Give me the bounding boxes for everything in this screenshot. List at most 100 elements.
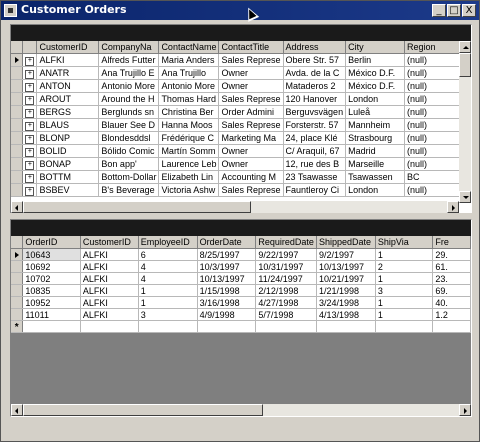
table-cell[interactable]: 3 — [375, 284, 434, 297]
column-header-orderid[interactable]: OrderID — [22, 236, 81, 249]
column-header-address[interactable]: Address — [283, 41, 347, 54]
table-row[interactable]: + AROUT Around the H Thomas Hard Sales Repre… — [11, 92, 471, 106]
table-cell[interactable]: Sales Represe — [218, 183, 284, 197]
table-cell[interactable]: 1 — [375, 308, 434, 321]
table-cell[interactable]: Sales Represe — [218, 53, 284, 67]
table-cell[interactable]: 10702 — [22, 272, 81, 285]
table-cell[interactable]: Christina Ber — [158, 105, 220, 119]
table-row[interactable]: + BSBEV B's Beverage Victoria Ashw Sales Rep… — [11, 183, 471, 197]
table-cell[interactable]: ALFKI — [80, 260, 139, 273]
table-cell[interactable]: Berlin — [345, 53, 406, 67]
table-cell[interactable]: Accounting M — [218, 170, 284, 184]
table-cell[interactable]: 11011 — [22, 308, 81, 321]
table-cell[interactable]: BSBEV — [36, 183, 100, 197]
row-selector[interactable] — [11, 183, 24, 197]
table-cell[interactable]: BLAUS — [36, 118, 100, 132]
row-selector[interactable] — [11, 157, 24, 171]
table-cell[interactable]: 10643 — [22, 248, 81, 261]
row-selector[interactable] — [11, 105, 24, 119]
table-row[interactable]: 10952 ALFKI 1 3/16/1998 4/27/1998 3/24/1998 1 4… — [11, 296, 471, 309]
expand-row-cell[interactable]: + — [22, 105, 38, 119]
table-cell[interactable]: ALFKI — [80, 296, 139, 309]
expand-plus-icon[interactable]: + — [25, 96, 35, 105]
table-cell[interactable]: Laurence Leb — [158, 157, 220, 171]
table-cell[interactable]: London — [345, 92, 406, 106]
horizontal-scroll-thumb[interactable] — [23, 201, 251, 213]
table-cell[interactable]: 12, rue des B — [283, 157, 347, 171]
table-cell[interactable]: Order Admini — [218, 105, 284, 119]
table-row[interactable]: + BOTTM Bottom-Dollar Elizabeth Lin Accounti… — [11, 170, 471, 184]
table-cell[interactable]: Obere Str. 57 — [283, 53, 347, 67]
row-selector[interactable] — [11, 131, 24, 145]
table-cell[interactable]: México D.F. — [345, 66, 406, 80]
table-cell[interactable]: 10/21/1997 — [316, 272, 376, 285]
table-cell[interactable]: 3/24/1998 — [316, 296, 376, 309]
table-cell[interactable]: Luleå — [345, 105, 406, 119]
table-cell[interactable]: 1/21/1998 — [316, 284, 376, 297]
scroll-up-button[interactable] — [459, 41, 471, 53]
table-cell[interactable]: Mannheim — [345, 118, 406, 132]
expand-plus-icon[interactable]: + — [25, 135, 35, 144]
empty-cell[interactable] — [375, 320, 434, 333]
table-cell[interactable]: 1/15/1998 — [197, 284, 257, 297]
table-cell[interactable]: ALFKI — [80, 284, 139, 297]
table-cell[interactable]: 120 Hanover — [283, 92, 347, 106]
table-cell[interactable]: 40. — [432, 296, 471, 309]
table-cell[interactable]: 6 — [138, 248, 198, 261]
table-cell[interactable]: 9/2/1997 — [316, 248, 376, 261]
table-cell[interactable]: 5/7/1998 — [255, 308, 317, 321]
table-row[interactable]: + BONAP Bon app' Laurence Leb Owner 12, rue d… — [11, 157, 471, 171]
table-cell[interactable]: 1.2 — [432, 308, 471, 321]
customers-grid[interactable]: CustomerID CompanyNa ContactName Contact… — [10, 24, 472, 214]
table-cell[interactable]: Tsawassen — [345, 170, 406, 184]
orders-horizontal-scrollbar[interactable] — [11, 404, 471, 416]
table-cell[interactable]: BOLID — [36, 144, 100, 158]
minimize-button[interactable]: _ — [432, 4, 446, 17]
row-selector[interactable] — [11, 144, 24, 158]
table-cell[interactable]: Alfreds Futter — [98, 53, 160, 67]
expand-plus-icon[interactable]: + — [25, 122, 35, 131]
table-row[interactable]: + BOLID Bólido Comic Martín Somm Owner C/ Ara… — [11, 144, 471, 158]
row-selector[interactable] — [11, 248, 24, 261]
table-cell[interactable]: Strasbourg — [345, 131, 406, 145]
expand-plus-icon[interactable]: + — [25, 148, 35, 157]
expand-row-cell[interactable]: + — [22, 144, 38, 158]
table-cell[interactable]: Owner — [218, 157, 284, 171]
table-row[interactable]: 10835 ALFKI 1 1/15/1998 2/12/1998 1/21/1998 3 6… — [11, 284, 471, 297]
table-cell[interactable]: ALFKI — [80, 248, 139, 261]
table-cell[interactable]: 3 — [138, 308, 198, 321]
table-cell[interactable]: Owner — [218, 66, 284, 80]
table-cell[interactable]: Martín Somm — [158, 144, 220, 158]
table-cell[interactable]: Fauntleroy Ci — [283, 183, 347, 197]
table-cell[interactable]: 8/25/1997 — [197, 248, 257, 261]
table-cell[interactable]: 9/22/1997 — [255, 248, 317, 261]
table-cell[interactable]: Owner — [218, 144, 284, 158]
table-cell[interactable]: Berguvsvägen — [283, 105, 347, 119]
table-cell[interactable]: Forsterstr. 57 — [283, 118, 347, 132]
table-cell[interactable]: 4 — [138, 260, 198, 273]
row-selector[interactable] — [11, 272, 24, 285]
table-cell[interactable]: ALFKI — [80, 308, 139, 321]
customers-horizontal-scrollbar[interactable] — [11, 201, 459, 213]
expand-row-cell[interactable]: + — [22, 170, 38, 184]
table-cell[interactable]: 10835 — [22, 284, 81, 297]
table-cell[interactable]: Marketing Ma — [218, 131, 284, 145]
table-cell[interactable]: BLONP — [36, 131, 100, 145]
table-row[interactable]: 10643 ALFKI 6 8/25/1997 9/22/1997 9/2/1997 1 29… — [11, 248, 471, 261]
table-cell[interactable]: 4/9/1998 — [197, 308, 257, 321]
scroll-right-button[interactable] — [447, 201, 459, 213]
table-cell[interactable]: Berglunds sn — [98, 105, 160, 119]
row-selector[interactable] — [11, 92, 24, 106]
column-header-requireddate[interactable]: RequiredDate — [255, 236, 317, 249]
table-cell[interactable]: London — [345, 183, 406, 197]
title-bar[interactable]: Customer Orders _ □ X — [1, 1, 479, 20]
table-cell[interactable]: 23. — [432, 272, 471, 285]
table-cell[interactable]: 10/3/1997 — [197, 260, 257, 273]
table-cell[interactable]: 1 — [375, 296, 434, 309]
table-cell[interactable]: Bon app' — [98, 157, 160, 171]
table-cell[interactable]: Madrid — [345, 144, 406, 158]
table-cell[interactable]: BONAP — [36, 157, 100, 171]
row-selector[interactable] — [11, 66, 24, 80]
empty-cell[interactable] — [197, 320, 257, 333]
table-cell[interactable]: AROUT — [36, 92, 100, 106]
